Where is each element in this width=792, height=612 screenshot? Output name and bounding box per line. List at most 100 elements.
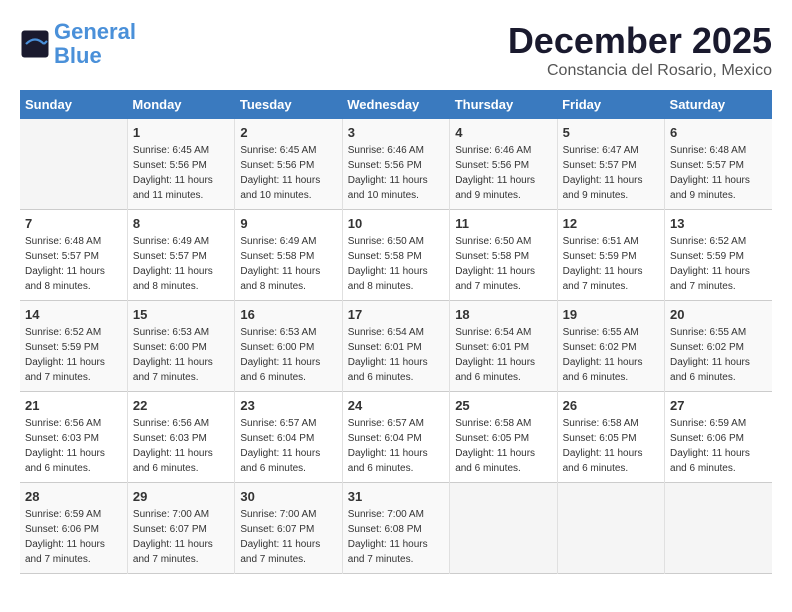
day-cell: 24Sunrise: 6:57 AM Sunset: 6:04 PM Dayli… [342,392,449,483]
day-number: 16 [240,307,336,322]
col-header-monday: Monday [127,90,234,119]
day-number: 7 [25,216,122,231]
title-section: December 2025 Constancia del Rosario, Me… [508,20,772,80]
day-number: 3 [348,125,444,140]
day-info: Sunrise: 6:57 AM Sunset: 6:04 PM Dayligh… [240,416,336,476]
week-row-3: 14 Sunrise: 6:52 AM Sunset: 5:59 PM Dayli… [20,301,772,392]
day-number: 25 [455,398,551,413]
day-info: Sunrise: 7:00 AM Sunset: 6:07 PM Dayligh… [240,507,336,567]
day-info: Sunrise: 6:51 AM Sunset: 5:59 PM Dayligh… [563,234,659,294]
day-cell: 27Sunrise: 6:59 AM Sunset: 6:06 PM Dayli… [665,392,772,483]
day-info: Sunrise: 6:50 AM Sunset: 5:58 PM Dayligh… [348,234,444,294]
day-info: Sunrise: 6:59 AM Sunset: 6:06 PM Dayligh… [25,507,122,567]
day-cell: 19 Sunrise: 6:55 AM Sunset: 6:02 PM Dayli… [557,301,664,392]
day-info: Sunrise: 6:49 AM Sunset: 5:58 PM Dayligh… [240,234,336,294]
day-cell: 17 Sunrise: 6:54 AM Sunset: 6:01 PM Dayli… [342,301,449,392]
day-cell: 20 Sunrise: 6:55 AM Sunset: 6:02 PM Dayli… [665,301,772,392]
location-title: Constancia del Rosario, Mexico [508,62,772,80]
day-info: Sunrise: 6:55 AM Sunset: 6:02 PM Dayligh… [563,325,659,385]
day-info: Sunrise: 6:59 AM Sunset: 6:06 PM Dayligh… [670,416,767,476]
day-info: Sunrise: 6:49 AM Sunset: 5:57 PM Dayligh… [133,234,229,294]
day-cell [665,483,772,574]
day-cell: 28 Sunrise: 6:59 AM Sunset: 6:06 PM Dayli… [20,483,127,574]
day-cell: 6 Sunrise: 6:48 AM Sunset: 5:57 PM Daylig… [665,119,772,210]
day-info: Sunrise: 6:52 AM Sunset: 5:59 PM Dayligh… [25,325,122,385]
logo-text: GeneralBlue [54,20,136,68]
day-number: 12 [563,216,659,231]
day-cell: 9 Sunrise: 6:49 AM Sunset: 5:58 PM Daylig… [235,210,342,301]
day-info: Sunrise: 6:54 AM Sunset: 6:01 PM Dayligh… [348,325,444,385]
day-number: 20 [670,307,767,322]
day-number: 15 [133,307,229,322]
day-number: 31 [348,489,444,504]
header: GeneralBlue December 2025 Constancia del… [20,20,772,80]
day-info: Sunrise: 6:54 AM Sunset: 6:01 PM Dayligh… [455,325,551,385]
month-title: December 2025 [508,20,772,62]
day-info: Sunrise: 6:53 AM Sunset: 6:00 PM Dayligh… [133,325,229,385]
day-number: 2 [240,125,336,140]
week-row-2: 7 Sunrise: 6:48 AM Sunset: 5:57 PM Daylig… [20,210,772,301]
day-number: 22 [133,398,229,413]
day-info: Sunrise: 6:45 AM Sunset: 5:56 PM Dayligh… [133,143,229,203]
day-number: 30 [240,489,336,504]
day-number: 4 [455,125,551,140]
day-info: Sunrise: 6:50 AM Sunset: 5:58 PM Dayligh… [455,234,551,294]
day-cell: 22 Sunrise: 6:56 AM Sunset: 6:03 PM Dayli… [127,392,234,483]
day-info: Sunrise: 6:47 AM Sunset: 5:57 PM Dayligh… [563,143,659,203]
day-cell: 3Sunrise: 6:46 AM Sunset: 5:56 PM Daylig… [342,119,449,210]
day-number: 23 [240,398,336,413]
day-number: 14 [25,307,122,322]
day-cell: 18 Sunrise: 6:54 AM Sunset: 6:01 PM Dayli… [450,301,557,392]
day-info: Sunrise: 6:58 AM Sunset: 6:05 PM Dayligh… [563,416,659,476]
col-header-wednesday: Wednesday [342,90,449,119]
day-number: 26 [563,398,659,413]
col-header-sunday: Sunday [20,90,127,119]
day-cell: 23 Sunrise: 6:57 AM Sunset: 6:04 PM Dayli… [235,392,342,483]
day-cell: 4 Sunrise: 6:46 AM Sunset: 5:56 PM Daylig… [450,119,557,210]
day-number: 1 [133,125,229,140]
logo: GeneralBlue [20,20,136,68]
day-number: 6 [670,125,767,140]
day-info: Sunrise: 6:57 AM Sunset: 6:04 PM Dayligh… [348,416,444,476]
day-info: Sunrise: 6:48 AM Sunset: 5:57 PM Dayligh… [25,234,122,294]
day-info: Sunrise: 6:56 AM Sunset: 6:03 PM Dayligh… [133,416,229,476]
day-info: Sunrise: 6:48 AM Sunset: 5:57 PM Dayligh… [670,143,767,203]
day-number: 10 [348,216,444,231]
day-cell [20,119,127,210]
col-header-saturday: Saturday [665,90,772,119]
col-header-tuesday: Tuesday [235,90,342,119]
day-cell: 29Sunrise: 7:00 AM Sunset: 6:07 PM Dayli… [127,483,234,574]
logo-icon [20,29,50,59]
day-cell [450,483,557,574]
day-cell: 11 Sunrise: 6:50 AM Sunset: 5:58 PM Dayli… [450,210,557,301]
day-cell: 14 Sunrise: 6:52 AM Sunset: 5:59 PM Dayli… [20,301,127,392]
day-number: 9 [240,216,336,231]
day-number: 8 [133,216,229,231]
day-cell: 25 Sunrise: 6:58 AM Sunset: 6:05 PM Dayli… [450,392,557,483]
day-cell: 15 Sunrise: 6:53 AM Sunset: 6:00 PM Dayli… [127,301,234,392]
day-info: Sunrise: 6:53 AM Sunset: 6:00 PM Dayligh… [240,325,336,385]
col-header-friday: Friday [557,90,664,119]
day-cell: 30 Sunrise: 7:00 AM Sunset: 6:07 PM Dayli… [235,483,342,574]
week-row-4: 21 Sunrise: 6:56 AM Sunset: 6:03 PM Dayli… [20,392,772,483]
day-cell: 13Sunrise: 6:52 AM Sunset: 5:59 PM Dayli… [665,210,772,301]
day-number: 21 [25,398,122,413]
day-info: Sunrise: 7:00 AM Sunset: 6:08 PM Dayligh… [348,507,444,567]
day-number: 17 [348,307,444,322]
day-cell [557,483,664,574]
day-info: Sunrise: 6:46 AM Sunset: 5:56 PM Dayligh… [455,143,551,203]
day-info: Sunrise: 6:55 AM Sunset: 6:02 PM Dayligh… [670,325,767,385]
day-number: 19 [563,307,659,322]
week-row-5: 28 Sunrise: 6:59 AM Sunset: 6:06 PM Dayli… [20,483,772,574]
day-info: Sunrise: 6:58 AM Sunset: 6:05 PM Dayligh… [455,416,551,476]
day-cell: 26 Sunrise: 6:58 AM Sunset: 6:05 PM Dayli… [557,392,664,483]
day-number: 28 [25,489,122,504]
col-header-thursday: Thursday [450,90,557,119]
day-number: 18 [455,307,551,322]
calendar-table: SundayMondayTuesdayWednesdayThursdayFrid… [20,90,772,574]
day-cell: 10 Sunrise: 6:50 AM Sunset: 5:58 PM Dayli… [342,210,449,301]
day-number: 11 [455,216,551,231]
day-cell: 5Sunrise: 6:47 AM Sunset: 5:57 PM Daylig… [557,119,664,210]
week-row-1: 1 Sunrise: 6:45 AM Sunset: 5:56 PM Daylig… [20,119,772,210]
day-cell: 7 Sunrise: 6:48 AM Sunset: 5:57 PM Daylig… [20,210,127,301]
